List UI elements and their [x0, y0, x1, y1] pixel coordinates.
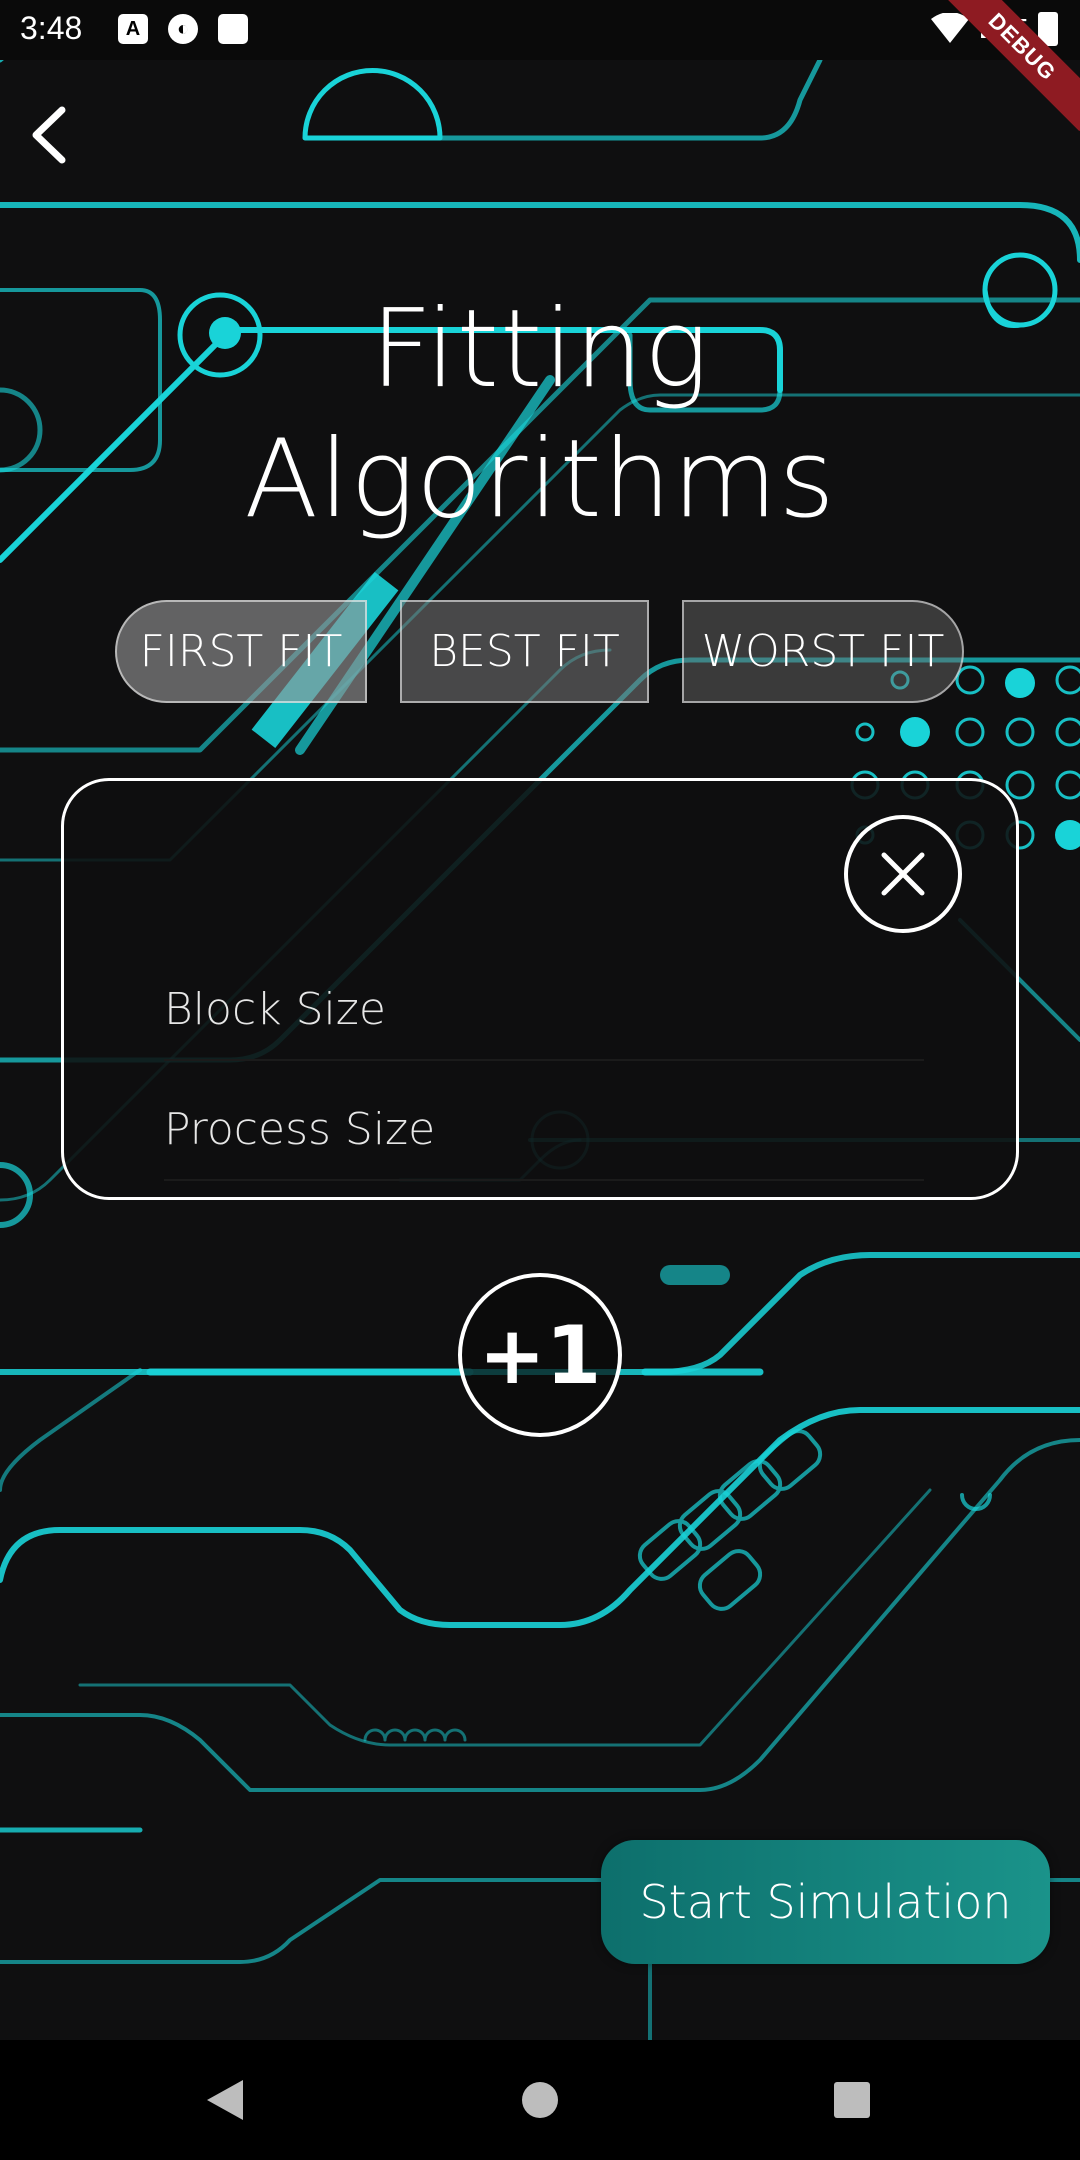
circle-home-icon [522, 2082, 558, 2118]
page-title-line1: Fitting [370, 287, 710, 412]
entry-card: Block Size Process Size [61, 778, 1019, 1200]
add-entry-button[interactable]: +1 [458, 1273, 622, 1437]
first-fit-button[interactable]: FIRST FIT [115, 600, 367, 703]
remove-entry-button[interactable] [844, 815, 962, 933]
start-simulation-button[interactable]: Start Simulation [601, 1840, 1050, 1964]
wifi-icon [930, 13, 969, 43]
triangle-back-icon [207, 2080, 243, 2120]
worst-fit-button[interactable]: WORST FIT [682, 600, 964, 703]
square-recents-icon [834, 2082, 870, 2118]
best-fit-button[interactable]: BEST FIT [400, 600, 649, 703]
algorithm-selector: FIRST FIT BEST FIT WORST FIT [115, 600, 964, 703]
sd-card-icon [218, 14, 248, 44]
close-icon [881, 852, 925, 896]
nav-back-button[interactable] [185, 2060, 265, 2140]
status-bar: 3:48 A ◐ LTE [0, 0, 1080, 60]
process-size-input[interactable]: Process Size [164, 1079, 924, 1181]
page-title-line2: Algorithms [244, 417, 836, 542]
nav-home-button[interactable] [500, 2060, 580, 2140]
back-button[interactable] [14, 100, 84, 170]
status-time: 3:48 [20, 10, 83, 46]
page-title: Fitting Algorithms [0, 285, 1080, 545]
status-notification-icons: A ◐ [118, 14, 248, 44]
a-box-icon: A [118, 14, 148, 44]
block-size-input[interactable]: Block Size [164, 959, 924, 1061]
nav-recents-button[interactable] [812, 2060, 892, 2140]
chevron-left-icon [32, 106, 66, 164]
navigation-bar [0, 2040, 1080, 2160]
face-circle-icon: ◐ [168, 14, 198, 44]
